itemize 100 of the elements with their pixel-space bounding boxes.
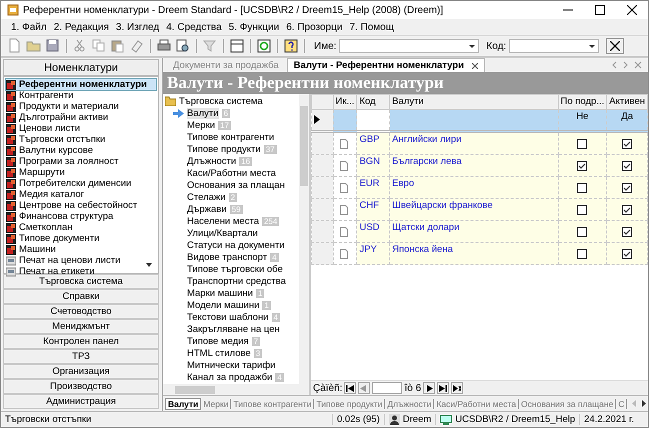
section-button[interactable]: ТРЗ: [3, 349, 159, 364]
menu-item[interactable]: 6. Прозорци: [284, 22, 348, 32]
sidebar-item[interactable]: Програми за лоялност: [6, 156, 156, 167]
tree-item[interactable]: Марки машини: [187, 288, 253, 298]
help-button[interactable]: [283, 38, 299, 54]
section-button[interactable]: Организация: [3, 364, 159, 379]
sidebar-item[interactable]: Финансова структура: [6, 211, 156, 222]
section-button[interactable]: Счетоводство: [3, 304, 159, 319]
menu-item[interactable]: 2. Редакция: [52, 22, 114, 32]
menu-item[interactable]: 1. Файл: [9, 22, 52, 32]
bottom-tab[interactable]: С: [616, 398, 628, 408]
first-button[interactable]: [344, 382, 356, 394]
section-button[interactable]: Администрация: [3, 394, 159, 409]
menu-item[interactable]: 3. Изглед: [114, 22, 164, 32]
last-button[interactable]: [437, 382, 450, 394]
checkbox[interactable]: [622, 205, 632, 215]
sidebar-item[interactable]: Ценови листи: [6, 123, 156, 134]
tree-item[interactable]: Статуси на документи: [187, 240, 285, 250]
sidebar-item[interactable]: Референтни номенклатури: [6, 79, 156, 90]
bottom-tab[interactable]: Мерки: [201, 398, 232, 408]
tree-item[interactable]: Транспортни средства: [187, 276, 286, 286]
section-button[interactable]: Производство: [3, 379, 159, 394]
sidebar-item[interactable]: Контрагенти: [6, 90, 156, 101]
bottom-tab[interactable]: Типове продукти: [314, 398, 386, 408]
horizontal-scrollbar[interactable]: [163, 384, 309, 395]
save-button[interactable]: [45, 38, 61, 54]
column-header[interactable]: Валути: [390, 94, 558, 110]
window-button[interactable]: [229, 38, 245, 54]
section-button[interactable]: Справки: [3, 289, 159, 304]
checkbox[interactable]: [622, 161, 632, 171]
bottom-tab[interactable]: Каси/Работни места: [434, 398, 520, 408]
new-record-button[interactable]: [451, 382, 464, 394]
menu-item[interactable]: 4. Средства: [164, 22, 227, 32]
sidebar-item[interactable]: Продукти и материали: [6, 101, 156, 112]
sidebar-item[interactable]: Търговски отстъпки: [6, 134, 156, 145]
sidebar-item[interactable]: Потребителски дименсии: [6, 178, 156, 189]
column-header[interactable]: Код: [356, 94, 390, 110]
sidebar-item[interactable]: Медия каталог: [6, 189, 156, 200]
tree-item[interactable]: Текстови шаблони: [187, 312, 268, 322]
tree-item[interactable]: Длъжности: [187, 156, 236, 166]
tree-item[interactable]: Модели машини: [187, 300, 260, 310]
print-preview-button[interactable]: [175, 38, 191, 54]
sidebar-item[interactable]: Машини: [6, 244, 156, 255]
tree-item[interactable]: Стелажи: [187, 192, 226, 202]
document-tab[interactable]: Валути - Референтни номенклатури: [286, 58, 485, 72]
checkbox[interactable]: [577, 205, 588, 215]
tree-item[interactable]: Митнически тарифи: [187, 360, 276, 370]
sidebar-item[interactable]: Валутни курсове: [6, 145, 156, 156]
clear-button[interactable]: [606, 38, 624, 54]
tree-item[interactable]: Канал за продажби: [187, 372, 272, 382]
bottom-tab[interactable]: Длъжности: [385, 398, 434, 408]
name-field[interactable]: [339, 39, 480, 53]
sidebar-item[interactable]: Центрове на себестойност: [6, 200, 156, 211]
filter-cell[interactable]: Не: [558, 110, 607, 132]
tree-item[interactable]: Типове контрагенти: [187, 132, 274, 142]
vertical-scrollbar[interactable]: [299, 94, 309, 384]
sidebar-item[interactable]: Маршрути: [6, 167, 156, 178]
tree-item[interactable]: Населени места: [187, 216, 259, 226]
record-field[interactable]: [372, 382, 402, 394]
tree-item[interactable]: Валути: [187, 108, 219, 118]
checkbox[interactable]: [577, 227, 588, 237]
checkbox[interactable]: [622, 227, 632, 237]
menu-item[interactable]: 7. Помощ: [347, 22, 399, 32]
column-header[interactable]: По подр...: [558, 94, 607, 110]
tree-item[interactable]: Закръгляване на цен: [187, 324, 280, 334]
checkbox[interactable]: [577, 183, 588, 193]
checkbox[interactable]: [622, 183, 632, 193]
tree-item[interactable]: Видове транспорт: [187, 252, 268, 262]
tree-item[interactable]: Типове медия: [187, 336, 249, 346]
menu-item[interactable]: 5. Функции: [226, 22, 284, 32]
section-button[interactable]: Търговска система: [3, 274, 159, 289]
code-field[interactable]: [509, 39, 600, 53]
refresh-button[interactable]: [256, 38, 272, 54]
tree-item[interactable]: HTML стилове: [187, 348, 251, 358]
checkbox[interactable]: [577, 139, 588, 149]
sidebar-item[interactable]: Сметкоплан: [6, 222, 156, 233]
checkbox[interactable]: [577, 161, 588, 171]
checkbox[interactable]: [577, 249, 588, 259]
checkbox[interactable]: [622, 139, 632, 149]
tree-item[interactable]: Каси/Работни места: [187, 168, 276, 178]
bottom-tab[interactable]: Валути: [165, 398, 202, 410]
section-button[interactable]: Контролен панел: [3, 334, 159, 349]
paste-button[interactable]: [110, 38, 126, 54]
tree-item[interactable]: Държави: [187, 204, 227, 214]
tree-item[interactable]: Типове търговски обе: [187, 264, 283, 274]
sidebar-item[interactable]: Печат на ценови листи: [6, 255, 156, 266]
section-button[interactable]: Мениджмънт: [3, 319, 159, 334]
checkbox[interactable]: [622, 249, 632, 259]
column-header[interactable]: Ик...: [333, 94, 357, 110]
bottom-tab[interactable]: Типове контрагенти: [231, 398, 314, 408]
tree-item[interactable]: Основания за плащан: [187, 180, 285, 190]
column-header[interactable]: Активен: [606, 94, 648, 110]
bottom-tab[interactable]: Основания за плащане: [519, 398, 616, 408]
sidebar-item[interactable]: Дълготрайни активи: [6, 112, 156, 123]
tree-item[interactable]: Улици/Квартали: [187, 228, 258, 238]
tree-item[interactable]: Мерки: [187, 120, 216, 130]
sidebar-item[interactable]: Типове документи: [6, 233, 156, 244]
tree-item[interactable]: Типове продукти: [187, 144, 261, 154]
next-button[interactable]: [423, 382, 436, 394]
tree-root[interactable]: Търговска система: [163, 95, 299, 107]
